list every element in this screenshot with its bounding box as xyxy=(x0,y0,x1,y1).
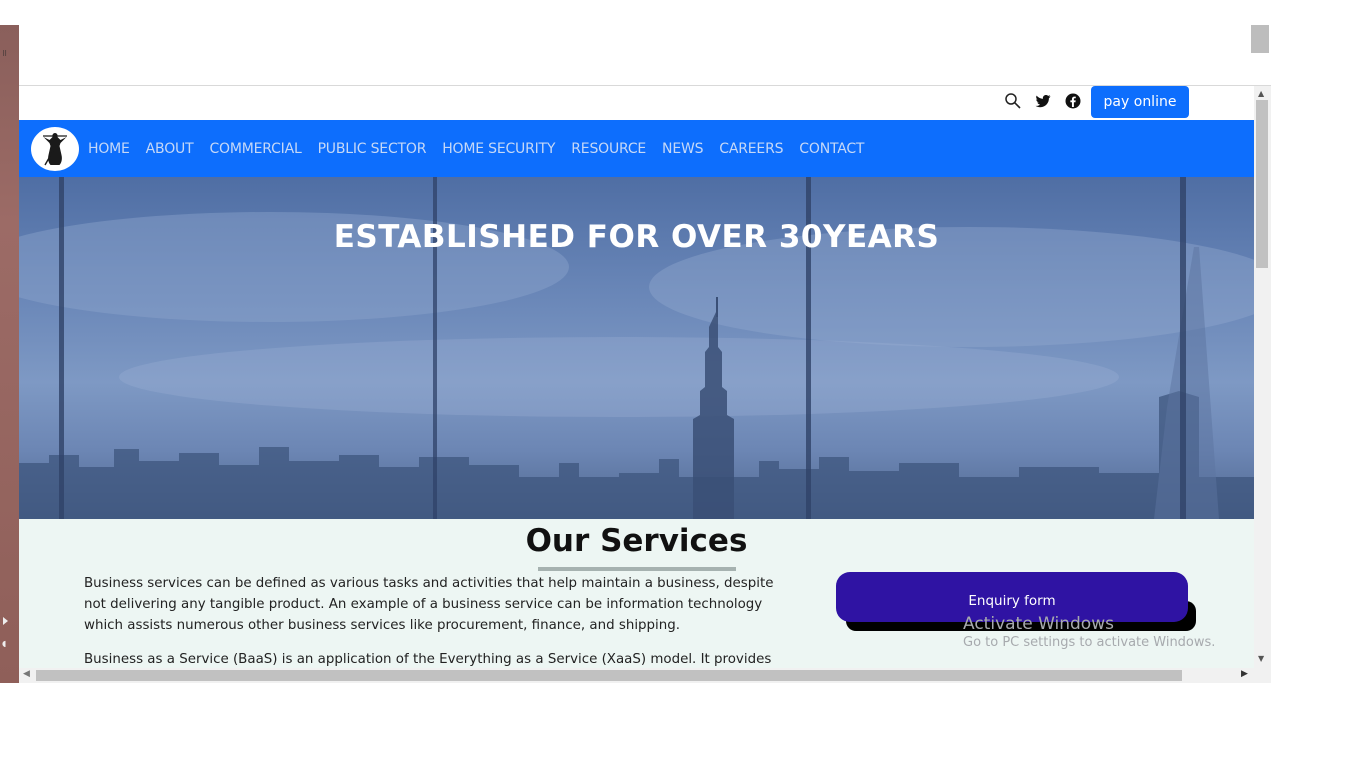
nav-item-about[interactable]: ABOUT xyxy=(146,141,194,157)
top-scrollbar-thumb[interactable] xyxy=(1251,25,1269,53)
window-top-area xyxy=(19,25,1271,86)
facebook-icon[interactable] xyxy=(1064,92,1082,110)
grip-icon: ⠿ xyxy=(2,50,7,58)
horizontal-scrollbar-thumb[interactable] xyxy=(36,670,1182,681)
expand-arrow-icon[interactable] xyxy=(3,617,8,625)
scroll-up-arrow-icon[interactable]: ▲ xyxy=(1258,89,1264,98)
scroll-left-arrow-icon[interactable]: ◀ xyxy=(23,669,30,679)
services-paragraph-1: Business services can be defined as vari… xyxy=(84,576,774,633)
services-paragraph-2: Business as a Service (BaaS) is an appli… xyxy=(84,652,772,667)
scroll-down-arrow-icon[interactable]: ▼ xyxy=(1258,654,1264,663)
vertical-scrollbar[interactable]: ▲ ▼ xyxy=(1254,86,1271,668)
nav-item-home-security[interactable]: HOME SECURITY xyxy=(442,141,555,157)
activate-windows-watermark: Activate Windows Go to PC settings to ac… xyxy=(963,614,1215,650)
nav-item-home[interactable]: HOME xyxy=(88,141,130,157)
twitter-icon[interactable] xyxy=(1034,92,1052,110)
nav-item-news[interactable]: NEWS xyxy=(662,141,703,157)
services-title-underline xyxy=(538,567,736,571)
horizontal-scrollbar[interactable]: ◀ ▶ xyxy=(19,668,1271,683)
lady-justice-logo[interactable] xyxy=(31,127,79,171)
utility-bar: pay online xyxy=(19,86,1254,120)
services-title: Our Services xyxy=(525,523,748,559)
nav-item-contact[interactable]: CONTACT xyxy=(799,141,864,157)
hero-title: ESTABLISHED FOR OVER 30YEARS xyxy=(333,219,940,255)
main-navbar: HOME ABOUT COMMERCIAL PUBLIC SECTOR HOME… xyxy=(19,120,1254,177)
logo-figure-icon xyxy=(43,133,67,166)
nav-item-commercial[interactable]: COMMERCIAL xyxy=(209,141,301,157)
desktop-background-strip: ⠿ ◖ xyxy=(0,25,19,683)
pay-online-button[interactable]: pay online xyxy=(1091,86,1189,118)
scroll-right-arrow-icon[interactable]: ▶ xyxy=(1241,669,1248,679)
vertical-scrollbar-thumb[interactable] xyxy=(1256,100,1268,268)
watermark-title: Activate Windows xyxy=(963,614,1114,634)
nav-item-careers[interactable]: CAREERS xyxy=(719,141,783,157)
speaker-icon[interactable]: ◖ xyxy=(2,639,6,648)
browser-viewport: pay online HOME ABOUT COMMERCIAL PUBLIC … xyxy=(19,86,1254,668)
search-icon[interactable] xyxy=(1004,92,1022,110)
watermark-subtitle: Go to PC settings to activate Windows. xyxy=(963,635,1216,650)
nav-item-public-sector[interactable]: PUBLIC SECTOR xyxy=(318,141,427,157)
hero-banner: ESTABLISHED FOR OVER 30YEARS xyxy=(19,177,1254,519)
nav-item-resource[interactable]: RESOURCE xyxy=(571,141,646,157)
nav-links: HOME ABOUT COMMERCIAL PUBLIC SECTOR HOME… xyxy=(88,120,880,177)
